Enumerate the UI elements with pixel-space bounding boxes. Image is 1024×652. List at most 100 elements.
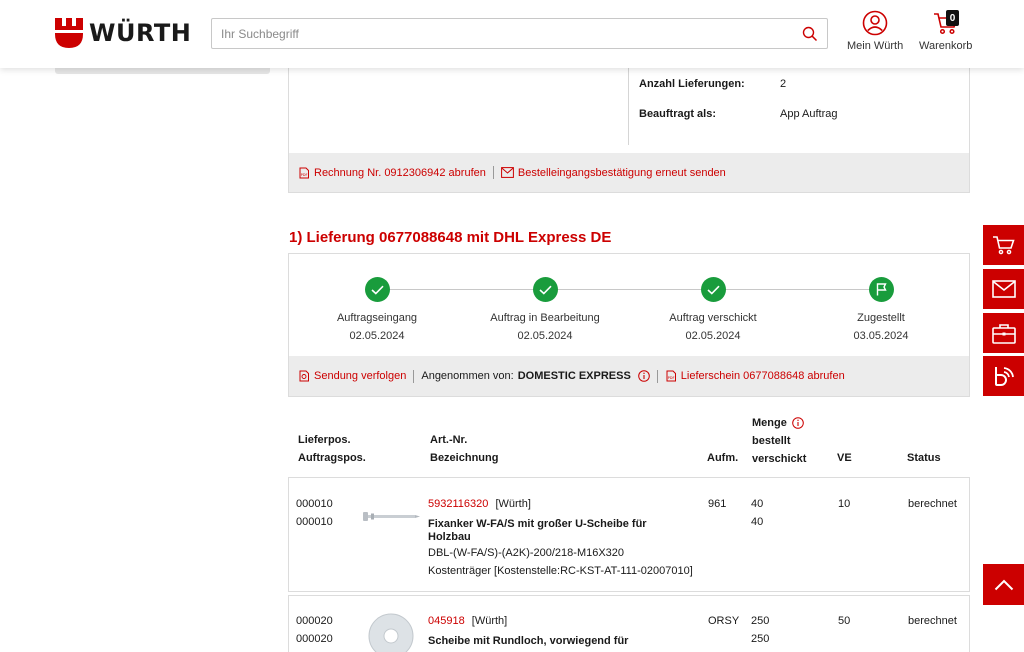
col-header-ve: VE	[837, 452, 852, 464]
quantity-info-icon[interactable]	[792, 417, 804, 429]
step-label: Auftrag verschickt	[669, 312, 757, 324]
logo-text: WÜRTH	[89, 19, 192, 47]
cart-label: Warenkorb	[919, 40, 973, 52]
delivery-note-link[interactable]: PDF Lieferschein 0677088648 abrufen	[665, 370, 845, 382]
header-text: verschickt	[752, 453, 807, 465]
table-row: 000020 000020 045918 [Würth] Scheibe mit…	[288, 595, 970, 652]
article-brand: [Würth]	[495, 498, 531, 510]
delivery-note-label: Lieferschein 0677088648 abrufen	[680, 370, 845, 382]
account-label: Mein Würth	[847, 40, 904, 52]
delivery-position: 000010	[296, 498, 333, 510]
product-name-line: Holzbau	[428, 531, 471, 543]
col-header-quantity: Menge bestellt verschickt	[752, 414, 806, 468]
header-text: Lieferpos.	[298, 434, 351, 446]
delivery-position: 000020	[296, 615, 333, 627]
invoice-link[interactable]: PDF Rechnung Nr. 0912306942 abrufen	[298, 167, 486, 179]
search-icon	[802, 26, 818, 41]
article-brand: [Würth]	[471, 615, 508, 627]
info-value: 2	[780, 78, 787, 90]
delivery-actions: Sendung verfolgen Angenommen von: DOMEST…	[289, 356, 969, 396]
account-button[interactable]: Mein Würth	[847, 10, 903, 52]
mail-icon	[500, 167, 514, 178]
resend-confirmation-label: Bestelleingangsbestätigung erneut senden	[517, 166, 726, 179]
separator	[656, 369, 658, 383]
cart-icon	[992, 236, 1015, 255]
track-shipment-label: Sendung verfolgen	[314, 370, 407, 382]
ve-value: 10	[838, 498, 851, 510]
search-button[interactable]	[793, 19, 827, 48]
check-icon	[538, 285, 552, 295]
check-icon	[706, 285, 720, 295]
delivery-tracking-card: Auftragseingang 02.05.2024 Auftrag in Be…	[288, 253, 970, 397]
flag-icon	[876, 283, 887, 296]
product-name: Scheibe mit Rundloch, vorwiegend für	[428, 635, 629, 647]
step-in-processing: Auftrag in Bearbeitung 02.05.2024	[465, 277, 625, 342]
product-detail: DBL-(W-FA/S)-(A2K)-200/218-M16X320	[428, 547, 625, 559]
col-header-position: Lieferpos. Auftragspos.	[298, 431, 366, 467]
article-line: 5932116320 [Würth]	[428, 495, 531, 513]
side-jobs-button[interactable]	[983, 313, 1024, 353]
scroll-to-top-button[interactable]	[983, 564, 1024, 605]
cart-button[interactable]: 0 Warenkorb	[919, 10, 972, 52]
divider	[628, 59, 629, 145]
side-cart-button[interactable]	[983, 225, 1024, 265]
svg-text:PDF: PDF	[667, 376, 674, 380]
article-number-link[interactable]: 5932116320	[428, 498, 488, 510]
step-label: Zugestellt	[857, 312, 905, 324]
invoice-link-label: Rechnung Nr. 0912306942 abrufen	[314, 166, 486, 179]
side-contact-button[interactable]	[983, 269, 1024, 309]
resend-confirmation-link[interactable]: Bestelleingangsbestätigung erneut senden	[500, 166, 726, 179]
step-label: Auftrag in Bearbeitung	[490, 312, 600, 324]
separator	[492, 166, 494, 179]
step-status-circle	[868, 277, 894, 302]
step-date: 02.05.2024	[349, 330, 405, 342]
header-text: Auftragspos.	[298, 452, 366, 464]
step-date: 03.05.2024	[853, 330, 909, 342]
briefcase-icon	[991, 323, 1016, 344]
step-label: Auftragseingang	[336, 312, 418, 324]
accepted-by-prefix: Angenommen von:	[421, 370, 514, 382]
search-bar	[211, 18, 828, 49]
order-info-card: Anzahl Lieferungen: 2 Beauftragt als: Ap…	[288, 58, 970, 193]
user-icon	[862, 10, 888, 36]
aufm-value: ORSY	[708, 615, 740, 627]
accepted-by-value: DOMESTIC EXPRESS	[517, 370, 631, 382]
product-image[interactable]	[367, 612, 415, 652]
blog-rss-icon	[994, 367, 1014, 386]
cost-center: Kostenträger [Kostenstelle:RC-KST-AT-111…	[428, 565, 693, 577]
step-shipped: Auftrag verschickt 02.05.2024	[633, 277, 793, 342]
header-text: bestellt	[752, 435, 791, 447]
mail-icon	[991, 280, 1016, 298]
col-header-aufm: Aufm.	[707, 452, 739, 464]
article-number-link[interactable]: 045918	[428, 615, 465, 627]
header-text: Bezeichnung	[430, 452, 499, 464]
separator	[413, 369, 415, 383]
track-shipment-link[interactable]: Sendung verfolgen	[298, 370, 406, 382]
step-date: 02.05.2024	[685, 330, 741, 342]
table-row: 000010 000010 5932116320 [Würth] Fixanke…	[288, 477, 970, 592]
order-position: 000010	[296, 516, 333, 528]
info-icon[interactable]	[637, 370, 650, 382]
chevron-up-icon	[994, 579, 1013, 590]
product-name: Fixanker W-FA/S mit großer U-Scheibe für…	[428, 518, 647, 544]
aufm-value: 961	[708, 498, 727, 510]
step-date: 02.05.2024	[517, 330, 573, 342]
delivery-title: 1) Lieferung 0677088648 mit DHL Express …	[289, 229, 612, 246]
ve-value: 50	[838, 615, 851, 627]
track-document-icon	[299, 370, 309, 382]
status-value: berechnet	[908, 498, 957, 510]
step-status-circle	[364, 277, 390, 302]
product-name-line: Fixanker W-FA/S mit großer U-Scheibe für	[428, 518, 647, 530]
info-key: Beauftragt als:	[639, 108, 717, 120]
site-header: WÜRTH Mein Würth 0 Warenkorb	[0, 0, 1024, 68]
wurth-logo[interactable]: WÜRTH	[55, 18, 191, 48]
cart-count-badge: 0	[946, 10, 959, 26]
step-status-circle	[700, 277, 726, 302]
search-input[interactable]	[212, 19, 793, 48]
wurth-logo-icon	[55, 18, 83, 48]
col-header-article: Art.-Nr. Bezeichnung	[430, 431, 498, 467]
product-image[interactable]	[363, 509, 421, 528]
side-blog-button[interactable]	[983, 356, 1024, 396]
step-order-received: Auftragseingang 02.05.2024	[297, 277, 457, 342]
status-value: berechnet	[908, 615, 957, 627]
